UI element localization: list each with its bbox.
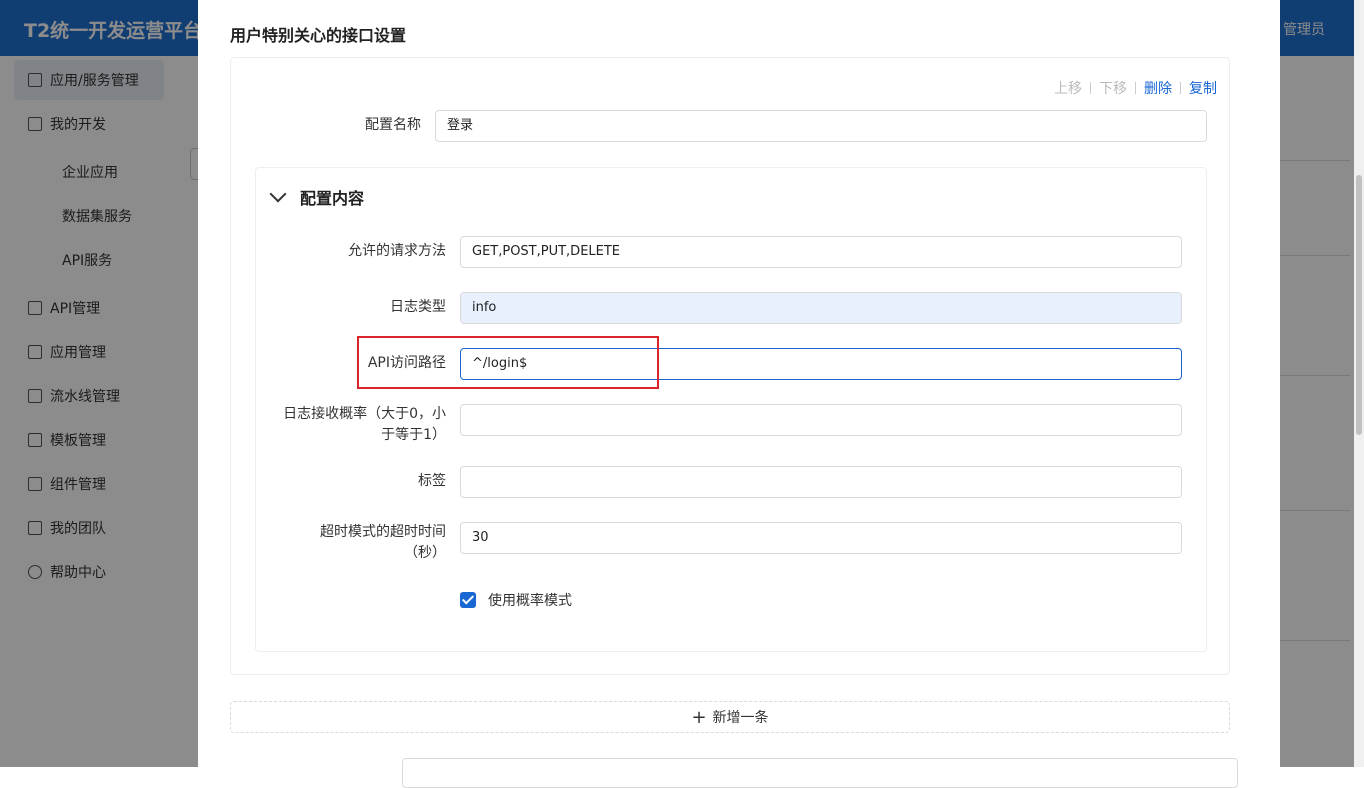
scrollbar-thumb[interactable] (1356, 175, 1362, 435)
next-field-input[interactable] (402, 758, 1238, 788)
delete-button[interactable]: 删除 (1144, 78, 1172, 98)
timeout-input[interactable]: 30 (460, 522, 1182, 554)
move-down-button[interactable]: 下移 (1099, 78, 1127, 98)
move-up-button[interactable]: 上移 (1054, 78, 1082, 98)
log-rate-input[interactable] (460, 404, 1182, 436)
log-rate-label-line2: 于等于1） (381, 427, 446, 443)
log-type-label: 日志类型 (390, 299, 446, 315)
config-content-section: 配置内容 允许的请求方法 GET,POST,PUT,DELETE 日志类型 in… (255, 167, 1207, 652)
copy-button[interactable]: 复制 (1189, 78, 1217, 98)
tags-label: 标签 (418, 473, 446, 489)
modal-title: 用户特别关心的接口设置 (230, 26, 407, 45)
scrollbar[interactable] (1354, 0, 1364, 767)
config-name-input[interactable]: 登录 (435, 110, 1207, 142)
timeout-label-line1: 超时模式的超时时间 (320, 524, 446, 540)
log-rate-label: 日志接收概率（大于0，小 于等于1） (266, 404, 446, 446)
divider (1180, 82, 1181, 94)
plus-icon: + (691, 706, 707, 728)
settings-modal: 用户特别关心的接口设置 上移 下移 删除 复制 配置名称 登录 配置内容 允许的… (198, 0, 1280, 788)
chevron-down-icon[interactable] (269, 185, 287, 203)
log-type-input[interactable]: info (460, 292, 1182, 324)
divider (1090, 82, 1091, 94)
timeout-label-line2: （秒） (404, 545, 446, 561)
timeout-label: 超时模式的超时时间 （秒） (266, 522, 446, 564)
methods-input[interactable]: GET,POST,PUT,DELETE (460, 236, 1182, 268)
api-path-input[interactable]: ^/login$ (460, 348, 1182, 380)
api-path-label: API访问路径 (367, 355, 446, 371)
tags-input[interactable] (460, 466, 1182, 498)
card-actions: 上移 下移 删除 复制 (1054, 78, 1217, 98)
divider (1135, 82, 1136, 94)
config-name-label: 配置名称 (365, 117, 421, 133)
methods-label: 允许的请求方法 (348, 243, 446, 259)
probability-mode-label[interactable]: 使用概率模式 (488, 590, 572, 610)
add-config-label: 新增一条 (712, 710, 769, 726)
log-rate-label-line1: 日志接收概率（大于0，小 (283, 406, 446, 422)
config-card: 上移 下移 删除 复制 配置名称 登录 配置内容 允许的请求方法 GET,POS… (230, 57, 1230, 675)
add-config-button[interactable]: + 新增一条 (230, 701, 1230, 733)
section-title[interactable]: 配置内容 (300, 185, 364, 209)
probability-mode-checkbox[interactable] (460, 592, 476, 608)
